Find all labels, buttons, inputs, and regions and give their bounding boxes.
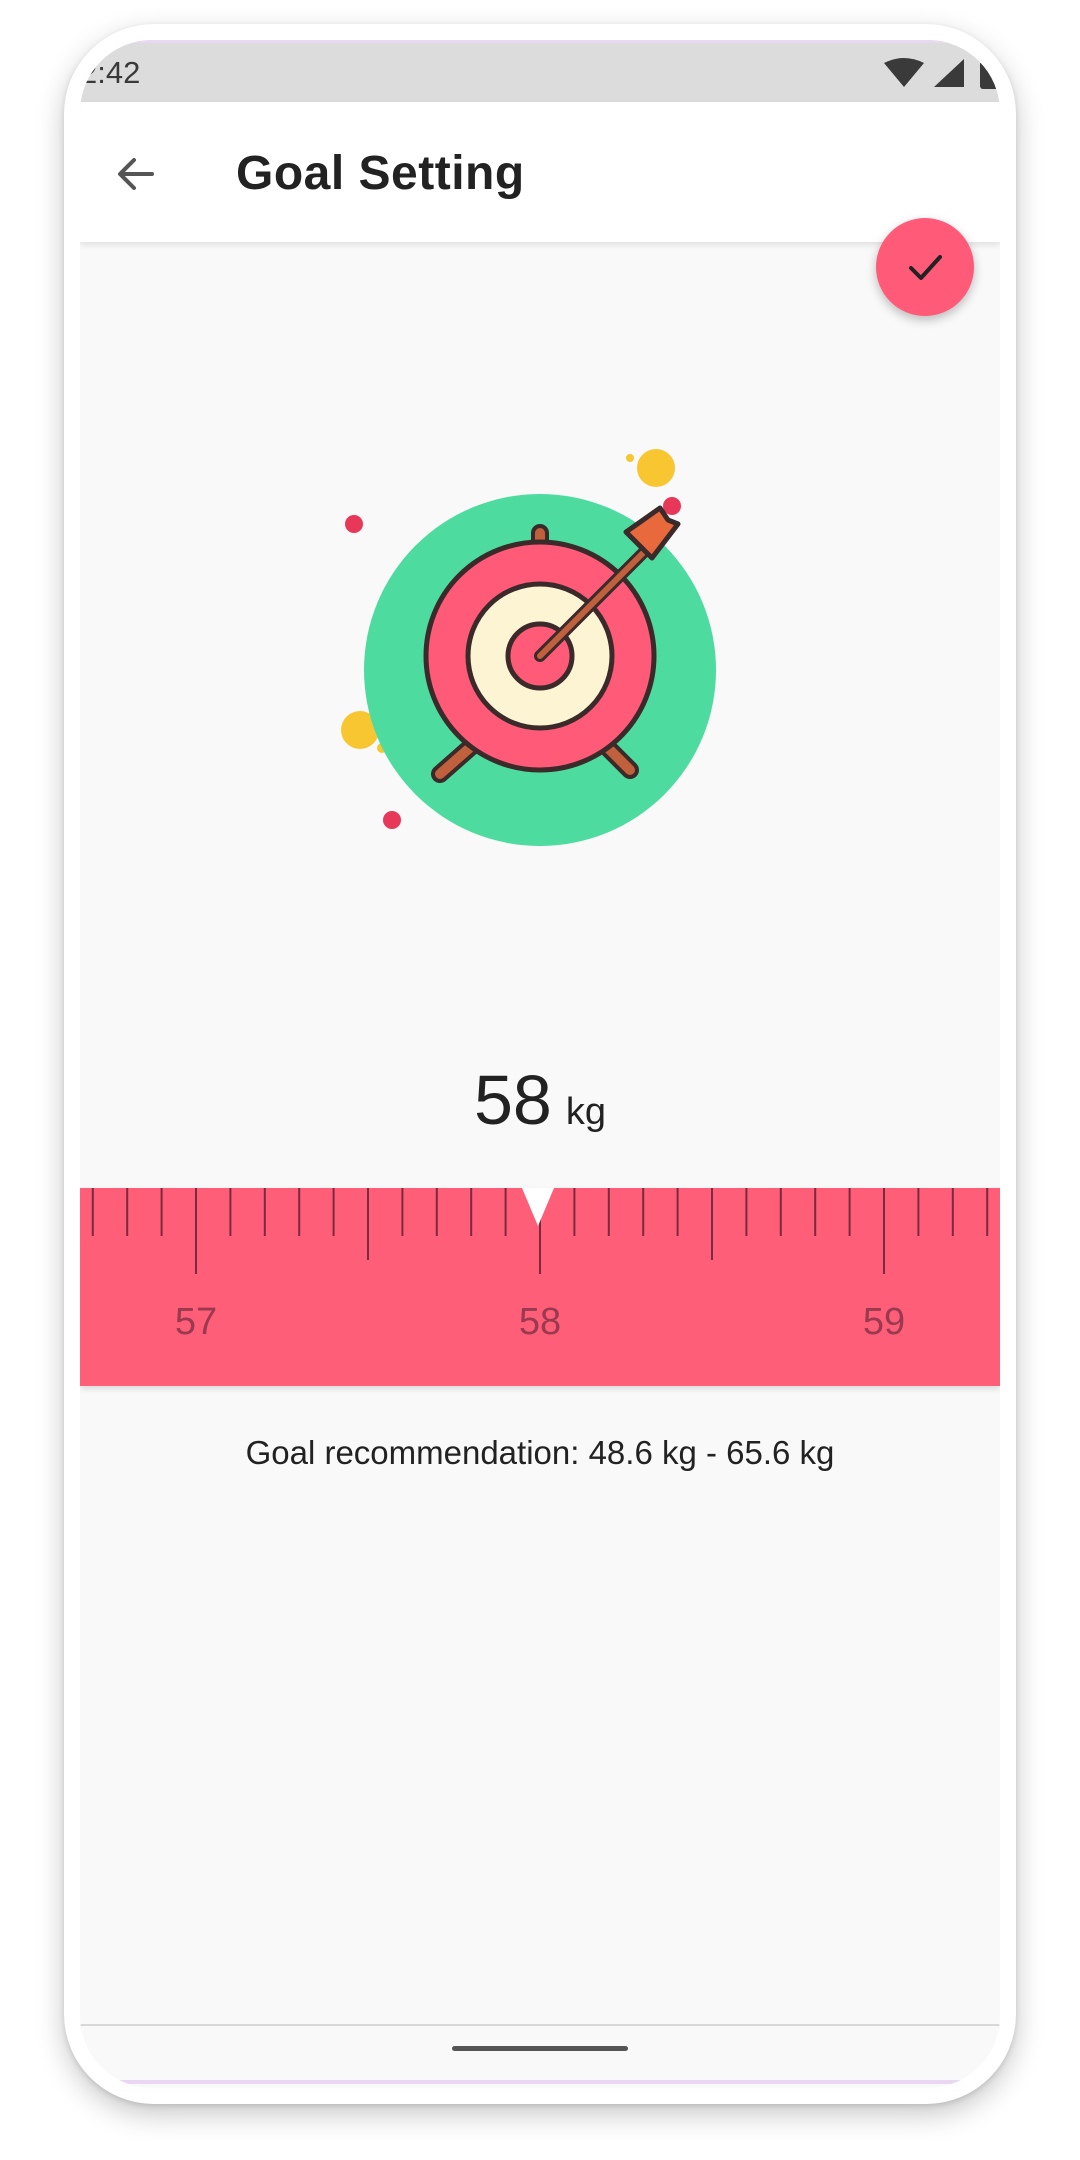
ruler-pointer bbox=[522, 1188, 554, 1226]
navbar-divider bbox=[80, 2024, 1000, 2026]
target-icon bbox=[341, 449, 716, 846]
goal-value-display: 58 kg bbox=[80, 1060, 1000, 1140]
status-icons bbox=[880, 57, 1000, 91]
status-time: 2:42 bbox=[80, 55, 141, 90]
wifi-icon bbox=[884, 58, 924, 87]
ruler-label: 57 bbox=[175, 1301, 217, 1343]
status-bar: 2:42 bbox=[80, 40, 1000, 102]
page-title: Goal Setting bbox=[236, 147, 525, 200]
app-bar: Goal Setting bbox=[80, 102, 1000, 242]
confirm-button[interactable] bbox=[876, 218, 974, 316]
battery-icon bbox=[980, 61, 1000, 89]
goal-recommendation: Goal recommendation: 48.6 kg - 65.6 kg bbox=[245, 1434, 835, 1471]
goal-unit: kg bbox=[565, 1091, 606, 1133]
check-icon bbox=[909, 255, 942, 280]
bottom-accent bbox=[80, 2080, 1000, 2084]
screen: 2:42 Goal Setting 58 kg 57 58 59 Goal re… bbox=[80, 40, 1000, 2088]
signal-icon bbox=[934, 59, 964, 87]
goal-number: 58 bbox=[473, 1061, 552, 1139]
ruler-label: 59 bbox=[863, 1301, 905, 1343]
arrow-back-icon bbox=[118, 158, 154, 190]
target-illustration bbox=[330, 420, 750, 860]
phone-frame: 2:42 Goal Setting 58 kg 57 58 59 Goal re… bbox=[64, 24, 1016, 2104]
ruler-label: 58 bbox=[519, 1301, 561, 1343]
home-gesture-handle[interactable] bbox=[452, 2046, 628, 2051]
back-button[interactable] bbox=[100, 138, 172, 210]
